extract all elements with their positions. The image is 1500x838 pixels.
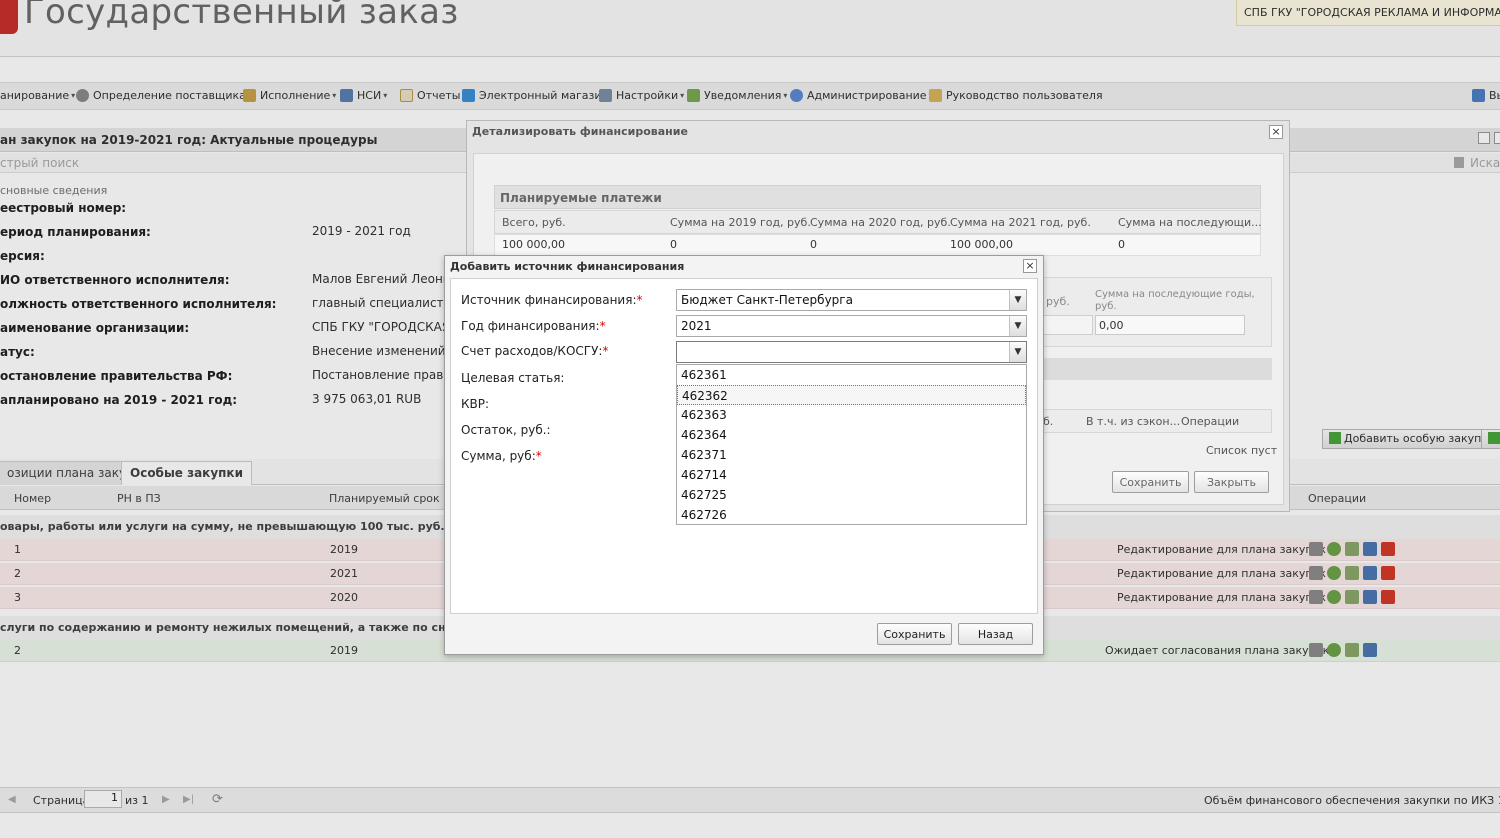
year-label-text: Год финансирования: (461, 319, 600, 333)
planned-payments-title: Планируемые платежи (500, 191, 662, 205)
required-mark: * (602, 344, 609, 358)
dropdown-option[interactable]: 462714 (677, 465, 1026, 485)
planned-table-row[interactable] (494, 234, 1261, 256)
dropdown-option[interactable]: 462726 (677, 505, 1026, 525)
finance-save-button[interactable]: Сохранить (1112, 471, 1189, 493)
account-label-text: Счет расходов/КОСГУ: (461, 344, 603, 358)
source-label-text: Источник финансирования: (461, 293, 637, 307)
col-2019: Сумма на 2019 год, руб. (670, 216, 811, 229)
value-total: 100 000,00 (502, 238, 565, 251)
funding-source-select[interactable]: Бюджет Санкт-Петербурга (676, 289, 1027, 311)
col-2021: Сумма на 2021 год, руб. (950, 216, 1091, 229)
funding-year-value: 2021 (681, 319, 712, 333)
empty-list-text: Список пуст (1206, 444, 1278, 457)
dropdown-option[interactable]: 462371 (677, 445, 1026, 465)
target-label: Целевая статья: (461, 371, 565, 385)
dropdown-option[interactable]: 462361 (677, 365, 1026, 385)
value-later: 0 (1118, 238, 1125, 251)
account-dropdown-list: 462361 462362 462363 462364 462371 46271… (676, 364, 1027, 525)
dropdown-option[interactable]: 462725 (677, 485, 1026, 505)
amount-label-short: руб. (1046, 295, 1070, 308)
value-2019: 0 (670, 238, 677, 251)
amount-input[interactable] (1040, 315, 1093, 335)
chevron-down-icon[interactable]: ▼ (1009, 290, 1026, 310)
close-icon[interactable]: × (1023, 259, 1037, 273)
back-button[interactable]: Назад (958, 623, 1033, 645)
required-mark: * (636, 293, 643, 307)
dropdown-option-highlighted[interactable]: 462362 (677, 385, 1026, 405)
sum-label: Сумма, руб:* (461, 449, 542, 463)
col-b: б. (1043, 415, 1054, 428)
required-mark: * (599, 319, 606, 333)
col-operations: Операции (1181, 415, 1240, 428)
sources-grid-header-bar (1039, 358, 1272, 380)
col-2020: Сумма на 2020 год, руб. (810, 216, 951, 229)
year-label: Год финансирования:* (461, 319, 606, 333)
funding-year-select[interactable]: 2021 (676, 315, 1027, 337)
later-years-input[interactable]: 0,00 (1095, 315, 1245, 335)
account-label: Счет расходов/КОСГУ:* (461, 344, 608, 358)
col-total: Всего, руб. (502, 216, 566, 229)
finance-dialog-title: Детализировать финансирование (472, 125, 688, 138)
value-2020: 0 (810, 238, 817, 251)
balance-label: Остаток, руб.: (461, 423, 551, 437)
funding-source-value: Бюджет Санкт-Петербурга (681, 293, 853, 307)
close-icon[interactable]: × (1269, 125, 1283, 139)
source-dialog-title: Добавить источник финансирования (450, 260, 685, 273)
later-years-label: Сумма на последующие годы, руб. (1095, 289, 1255, 312)
col-economy: В т.ч. из сэкон... (1086, 415, 1181, 428)
col-later: Сумма на последующи... (1118, 216, 1262, 229)
sum-label-text: Сумма, руб: (461, 449, 536, 463)
chevron-down-icon[interactable]: ▼ (1009, 316, 1026, 336)
value-2021: 100 000,00 (950, 238, 1013, 251)
expense-account-select[interactable] (676, 341, 1027, 363)
finance-close-button[interactable]: Закрыть (1194, 471, 1269, 493)
dropdown-option[interactable]: 462363 (677, 405, 1026, 425)
dropdown-option[interactable]: 462364 (677, 425, 1026, 445)
save-button[interactable]: Сохранить (877, 623, 952, 645)
chevron-down-icon[interactable]: ▼ (1009, 342, 1026, 362)
source-label: Источник финансирования:* (461, 293, 643, 307)
required-mark: * (535, 449, 542, 463)
kvr-label: КВР: (461, 397, 490, 411)
